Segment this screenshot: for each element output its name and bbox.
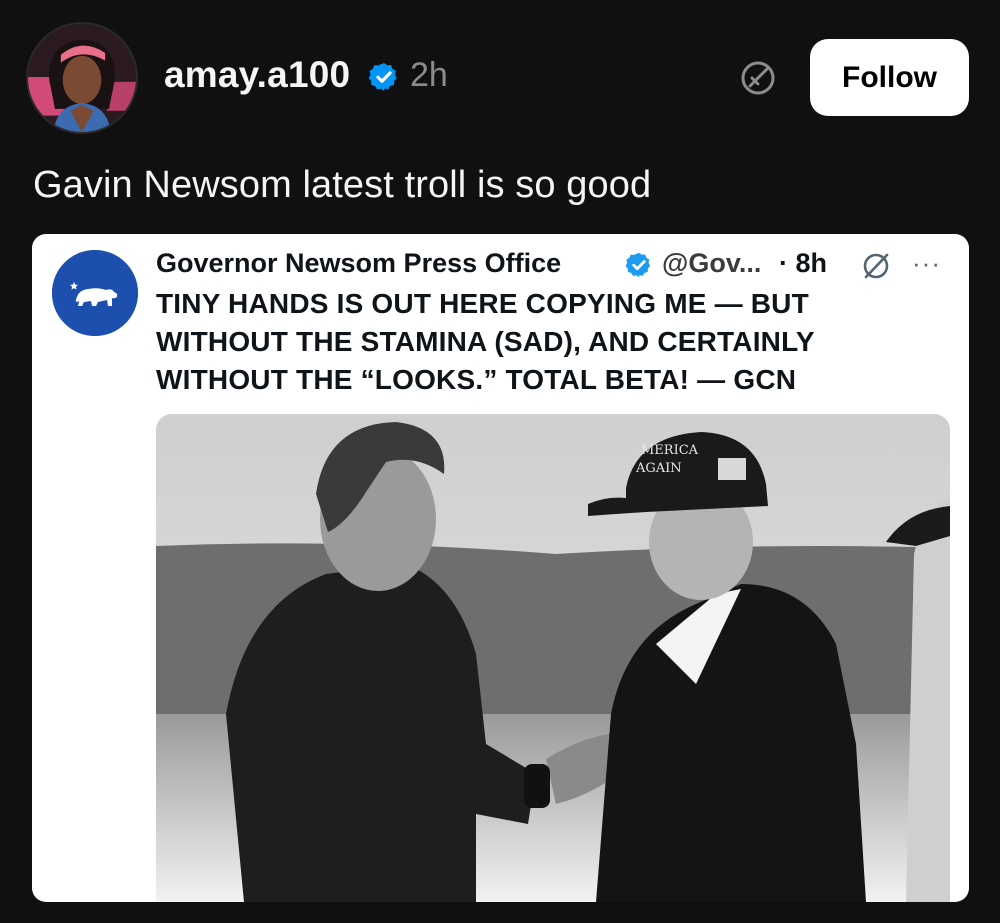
photo-scene: MERICA AGAIN [156, 414, 950, 902]
thread-quote-icon[interactable] [736, 56, 780, 100]
card-verified-badge-icon [625, 252, 651, 278]
card-time: · 8h [779, 248, 828, 278]
california-bear-icon [52, 250, 138, 336]
threads-post: amay.a100 2h Follow Gavin Newsom latest … [0, 0, 1000, 923]
avatar-photo [28, 24, 136, 132]
post-timestamp: 2h [410, 56, 448, 94]
hat-text-line2: AGAIN [635, 461, 682, 476]
grok-icon [863, 253, 889, 279]
card-handle: @Gov... [662, 248, 762, 278]
post-caption: Gavin Newsom latest troll is so good [33, 164, 652, 206]
card-photo: MERICA AGAIN [156, 414, 950, 902]
card-post-text: TINY HANDS IS OUT HERE COPYING ME — BUT … [156, 288, 815, 395]
verified-badge-icon [368, 63, 397, 91]
more-options-icon: ··· [912, 248, 941, 278]
embedded-post-screenshot[interactable]: Governor Newsom Press Office @Gov... · 8… [32, 234, 969, 902]
hat-text-line1: MERICA [641, 443, 699, 458]
follow-button[interactable]: Follow [810, 39, 969, 116]
card-avatar [52, 250, 138, 336]
username[interactable]: amay.a100 [164, 54, 350, 96]
avatar[interactable] [26, 22, 138, 134]
card-display-name: Governor Newsom Press Office [156, 248, 562, 278]
